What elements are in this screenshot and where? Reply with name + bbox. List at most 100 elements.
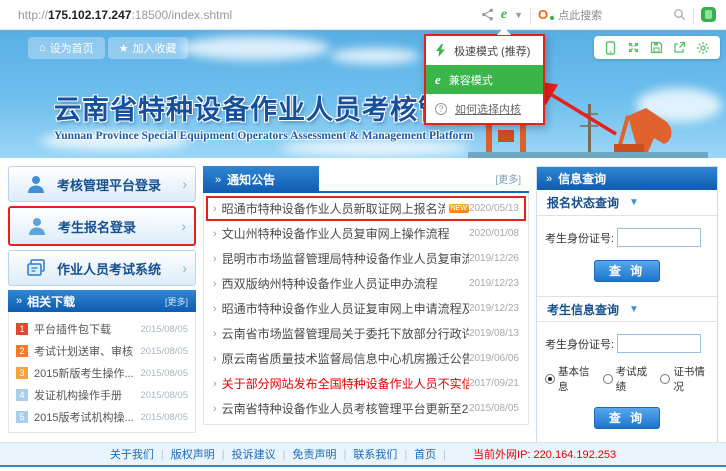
- download-title: 2015新版考生操作...: [34, 365, 134, 381]
- query-button-2[interactable]: 查 询: [594, 407, 660, 429]
- download-title: 平台插件包下载: [34, 321, 111, 337]
- download-item[interactable]: 4 发证机构操作手册 2015/08/05: [16, 384, 188, 406]
- notice-title: 关于部分网站发布全国特种设备作业人员不实信息...: [222, 375, 469, 392]
- download-item[interactable]: 2考试计划送审、审核 ...2015/08/05: [16, 340, 188, 362]
- page-tools-bar: [594, 36, 720, 59]
- registration-status-form: 考生身份证号: 查 询: [537, 216, 717, 296]
- compat-mode-icon[interactable]: e: [501, 7, 507, 23]
- notice-item[interactable]: ›昭通市特种设备作业人员证复审网上申请流程及相...2019/12/23: [213, 296, 519, 321]
- login-button-assessment-platform[interactable]: 考核管理平台登录 ›: [8, 166, 196, 202]
- notice-title: 文山州特种设备作业人员复审网上操作流程: [222, 225, 450, 242]
- notices-more-link[interactable]: [更多]: [495, 171, 521, 186]
- mode-dropdown-chevron-icon[interactable]: ▼: [514, 10, 523, 20]
- radio-label: 证书情况: [673, 364, 709, 394]
- login-button-exam-system[interactable]: 作业人员考试系统 ›: [8, 250, 196, 286]
- compat-mode-label: 兼容模式: [449, 72, 493, 88]
- browser-search-box[interactable]: O 点此搜索: [538, 7, 686, 23]
- chevron-right-icon: ›: [181, 218, 186, 234]
- tab-notices[interactable]: » 通知公告: [203, 166, 319, 193]
- url-host: 175.102.17.247: [48, 8, 131, 22]
- radio-basic-info[interactable]: 基本信息: [545, 364, 594, 394]
- footer-link-about[interactable]: 关于我们: [110, 446, 171, 462]
- compat-mode-option[interactable]: e 兼容模式: [426, 65, 543, 94]
- notice-item[interactable]: ›关于部分网站发布全国特种设备作业人员不实信息...2017/09/21: [213, 371, 519, 396]
- kernel-help-link[interactable]: ? 如何选择内核: [426, 94, 543, 123]
- rank-badge: 1: [16, 323, 28, 335]
- download-date: 2015/08/05: [140, 346, 188, 357]
- radio-exam-score[interactable]: 考试成绩: [603, 364, 652, 394]
- notice-title: 云南省特种设备作业人员考核管理平台更新至20...: [222, 400, 469, 417]
- footer-link-complaint[interactable]: 投诉建议: [232, 446, 293, 462]
- browser-app-icon[interactable]: [701, 7, 716, 22]
- share-icon[interactable]: [481, 8, 494, 21]
- radio-label: 考试成绩: [616, 364, 652, 394]
- notice-item[interactable]: ›云南省特种设备作业人员考核管理平台更新至20...2015/08/05: [213, 396, 519, 421]
- add-favorite-label: 加入收藏: [133, 40, 177, 56]
- notice-item[interactable]: ›云南省市场监督管理局关于委托下放部分行政许可...2019/08/13: [213, 321, 519, 346]
- notice-list: ›昭通市特种设备作业人员新取证网上报名流程NEW2020/05/13 ›文山州特…: [203, 193, 529, 425]
- notice-item[interactable]: ›文山州特种设备作业人员复审网上操作流程2020/01/08: [213, 221, 519, 246]
- mobile-icon[interactable]: [604, 41, 617, 55]
- info-query-title: 信息查询: [558, 170, 606, 187]
- notice-date: 2020/05/13: [469, 203, 519, 214]
- footer-link-copyright[interactable]: 版权声明: [171, 446, 232, 462]
- rank-badge: 5: [16, 411, 28, 423]
- download-date: 2015/08/05: [140, 324, 188, 335]
- downloads-header: » 相关下载 [更多]: [8, 290, 196, 312]
- notice-item[interactable]: ›昭通市特种设备作业人员新取证网上报名流程NEW2020/05/13: [206, 196, 526, 221]
- divider: [530, 7, 531, 23]
- bullet-icon: ›: [213, 203, 217, 215]
- chevron-down-icon: ▼: [629, 304, 639, 315]
- login-button-candidate-registration[interactable]: 考生报名登录 ›: [8, 206, 196, 246]
- fullscreen-icon[interactable]: [627, 41, 640, 54]
- set-home-button[interactable]: ⌂设为首页: [28, 37, 105, 59]
- add-favorite-button[interactable]: ★加入收藏: [108, 37, 188, 59]
- footer-link-home[interactable]: 首页: [414, 446, 453, 462]
- downloads-more-link[interactable]: [更多]: [165, 295, 188, 308]
- divider: [693, 7, 694, 23]
- double-arrow-icon: »: [16, 295, 22, 307]
- site-subtitle: Yunnan Province Special Equipment Operat…: [54, 130, 530, 142]
- candidate-id-input[interactable]: [617, 228, 701, 247]
- footer-link-disclaimer[interactable]: 免责声明: [292, 446, 353, 462]
- notice-item[interactable]: ›西双版纳州特种设备作业人员证申办流程2019/12/23: [213, 271, 519, 296]
- downloads-list: 1 平台插件包下载 2015/08/05 2考试计划送审、审核 ...2015/08…: [8, 312, 196, 433]
- notice-title: 昆明市市场监督管理局特种设备作业人员复审流程...: [222, 250, 469, 267]
- download-item[interactable]: 1 平台插件包下载 2015/08/05: [16, 318, 188, 340]
- candidate-info-title: 考生信息查询: [547, 301, 619, 318]
- candidate-id-input-2[interactable]: [617, 334, 701, 353]
- fast-mode-label: 极速模式 (推荐): [454, 43, 530, 59]
- search-logo-dot: [550, 16, 554, 20]
- registration-status-title: 报名状态查询: [547, 194, 619, 211]
- query-button[interactable]: 查 询: [594, 260, 660, 282]
- address-bar[interactable]: http://175.102.17.247:18500/index.shtml: [18, 8, 232, 22]
- cloud-decoration: [180, 36, 330, 60]
- registration-status-section-toggle[interactable]: 报名状态查询 ▼: [537, 190, 717, 216]
- bullet-icon: ›: [213, 378, 217, 390]
- download-item[interactable]: 5 2015版考试机构操... 2015/08/05: [16, 406, 188, 428]
- settings-gear-icon[interactable]: [696, 41, 710, 55]
- fast-mode-option[interactable]: 极速模式 (推荐): [426, 36, 543, 65]
- user-icon: [26, 215, 48, 237]
- rank-badge: 4: [16, 389, 28, 401]
- magnifier-icon[interactable]: [673, 8, 686, 21]
- notice-item[interactable]: ›原云南省质量技术监督局信息中心机房搬迁公告2019/06/06: [213, 346, 519, 371]
- download-title: 发证机构操作手册: [34, 387, 122, 403]
- candidate-info-section-toggle[interactable]: 考生信息查询 ▼: [537, 296, 717, 322]
- download-date: 2015/08/05: [140, 390, 188, 401]
- exam-card-icon: [25, 257, 47, 279]
- footer-link-contact[interactable]: 联系我们: [353, 446, 414, 462]
- share-page-icon[interactable]: [673, 41, 686, 54]
- bullet-icon: ›: [213, 278, 217, 290]
- download-date: 2015/08/05: [140, 368, 188, 379]
- chevron-right-icon: ›: [182, 260, 187, 276]
- notices-title: 通知公告: [227, 171, 275, 188]
- download-date: 2015/08/05: [140, 412, 188, 423]
- notice-title: 原云南省质量技术监督局信息中心机房搬迁公告: [222, 350, 469, 367]
- save-icon[interactable]: [650, 41, 663, 54]
- download-title: 2015版考试机构操...: [34, 409, 134, 425]
- download-item[interactable]: 32015新版考生操作...2015/08/05: [16, 362, 188, 384]
- notice-item[interactable]: ›昆明市市场监督管理局特种设备作业人员复审流程...2019/12/26: [213, 246, 519, 271]
- new-badge: NEW: [449, 204, 469, 213]
- radio-certificate[interactable]: 证书情况: [660, 364, 709, 394]
